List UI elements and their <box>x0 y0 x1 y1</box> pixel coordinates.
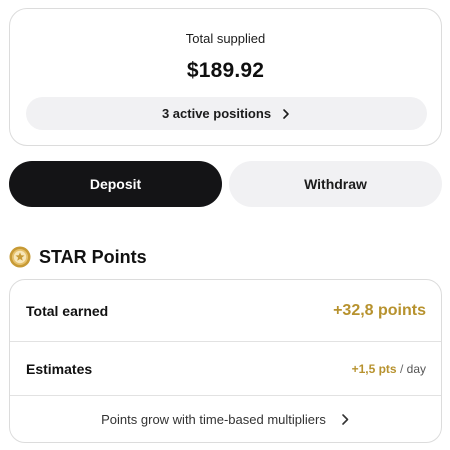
estimates-unit: day <box>406 361 426 376</box>
total-supplied-label: Total supplied <box>185 31 266 46</box>
chevron-right-icon <box>283 108 289 119</box>
withdraw-button-label: Withdraw <box>304 176 367 192</box>
estimates-value-group: +1,5 pts / day <box>352 362 426 376</box>
total-supplied-card: Total supplied $189.92 3 active position… <box>9 8 442 146</box>
active-positions-button[interactable]: 3 active positions <box>26 97 427 130</box>
total-supplied-value: $189.92 <box>186 59 265 82</box>
points-multiplier-link[interactable]: Points grow with time-based multipliers <box>10 396 441 442</box>
estimates-value: +1,5 pts <box>351 361 397 376</box>
star-points-header: STAR Points <box>9 244 147 270</box>
total-earned-row: Total earned +32,8 points <box>10 280 441 342</box>
chevron-right-icon <box>342 414 349 425</box>
deposit-button[interactable]: Deposit <box>9 161 222 207</box>
active-positions-label: 3 active positions <box>161 106 272 121</box>
star-points-title: STAR Points <box>39 246 147 267</box>
points-multiplier-text: Points grow with time-based multipliers <box>101 412 326 427</box>
page: Total supplied $189.92 3 active position… <box>0 0 450 450</box>
star-badge-icon <box>9 246 31 268</box>
estimates-row: Estimates +1,5 pts / day <box>10 342 441 396</box>
total-earned-value: +32,8 points <box>333 301 426 319</box>
estimates-separator: / <box>399 361 404 376</box>
withdraw-button[interactable]: Withdraw <box>229 161 442 207</box>
star-points-card: Total earned +32,8 points Estimates +1,5… <box>9 279 442 443</box>
total-earned-label: Total earned <box>26 302 109 319</box>
estimates-label: Estimates <box>26 360 93 377</box>
deposit-button-label: Deposit <box>89 176 142 192</box>
